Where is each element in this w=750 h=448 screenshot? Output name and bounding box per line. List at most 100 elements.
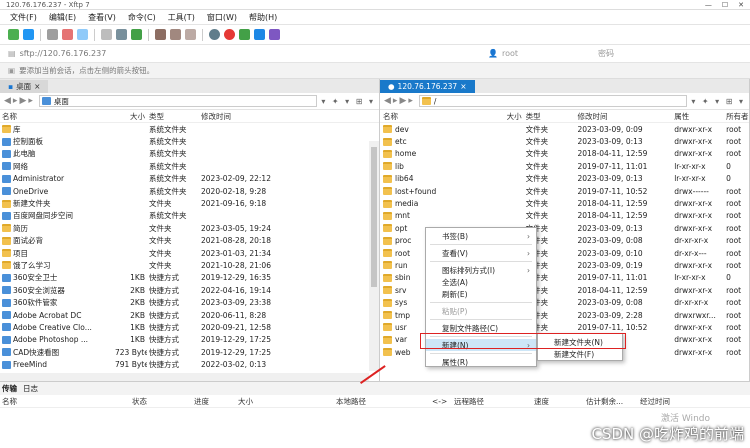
context-menu-item[interactable]: 新建(N) ›	[426, 339, 536, 351]
transfer-col[interactable]: 状态	[130, 396, 192, 407]
xshell-icon[interactable]	[224, 29, 235, 40]
transfer-col[interactable]: 估计剩余...	[584, 396, 638, 407]
back-forward-icon[interactable]: ◀▸▶▸	[384, 96, 415, 106]
paste-icon[interactable]	[170, 29, 181, 40]
table-row[interactable]: Adobe Creative Clo... 1KB 快捷方式 2020-09-21, …	[0, 321, 379, 333]
table-row[interactable]: Adobe Acrobat DC 2KB 快捷方式 2020-06-11, 8:28	[0, 309, 379, 321]
menu-item[interactable]: 工具(T)	[166, 11, 197, 24]
table-row[interactable]: 新建文件夹 文件夹 2021-09-16, 9:18	[0, 197, 379, 209]
transfer-col[interactable]: 本地路径	[334, 396, 430, 407]
menu-item[interactable]: 查看(V)	[86, 11, 118, 24]
table-row[interactable]: Adobe Photoshop ... 1KB 快捷方式 2019-12-29, 17…	[0, 334, 379, 346]
delete-icon[interactable]	[185, 29, 196, 40]
col-type[interactable]: 类型	[147, 111, 199, 122]
table-row[interactable]: etc 文件夹 2023-03-09, 0:13 drwxr-xr-x root	[380, 135, 749, 147]
table-row[interactable]: media 文件夹 2018-04-11, 12:59 drwxr-xr-x root	[380, 197, 749, 209]
address-field[interactable]: ▤ sftp://120.76.176.237	[8, 49, 488, 58]
table-row[interactable]: Administrator 系统文件夹 2023-02-09, 22:12	[0, 173, 379, 185]
table-row[interactable]: CAD快速看图 723 Bytes快捷方式 2019-12-29, 17:25	[0, 346, 379, 358]
remote-path-input[interactable]: /	[418, 95, 688, 107]
table-row[interactable]: 网络 系统文件夹	[0, 160, 379, 172]
context-menu-item[interactable]: 书签(B) ›	[426, 230, 536, 242]
settings-icon[interactable]	[269, 29, 280, 40]
connect-icon[interactable]	[47, 29, 58, 40]
copy-icon[interactable]	[155, 29, 166, 40]
col-attr[interactable]: 属性	[672, 111, 724, 122]
table-row[interactable]: lost+found 文件夹 2019-07-11, 10:52 drwx------…	[380, 185, 749, 197]
new-file-item[interactable]: 新建文件(F)	[538, 348, 622, 360]
table-row[interactable]: 控制面板 系统文件夹	[0, 135, 379, 147]
disconnect-icon[interactable]	[62, 29, 73, 40]
table-row[interactable]: OneDrive 系统文件夹 2020-02-18, 9:28	[0, 185, 379, 197]
table-row[interactable]: 面试必背 文件夹 2021-08-28, 20:18	[0, 235, 379, 247]
table-row[interactable]: 360安全卫士 1KB 快捷方式 2019-12-29, 16:35	[0, 272, 379, 284]
menu-item[interactable]: 帮助(H)	[247, 11, 279, 24]
menu-item[interactable]: 窗口(W)	[205, 11, 239, 24]
table-row[interactable]: FreeMind 791 Bytes快捷方式 2022-03-02, 0:13	[0, 358, 379, 370]
local-path-input[interactable]: 桌面	[38, 95, 318, 107]
help-icon[interactable]	[254, 29, 265, 40]
table-row[interactable]: lib 文件夹 2019-07-11, 11:01 lr-xr-xr-x 0	[380, 160, 749, 172]
user-field[interactable]: 👤 root	[488, 49, 598, 58]
transfer-col[interactable]: 速度	[532, 396, 584, 407]
properties-icon[interactable]	[101, 29, 112, 40]
tab-log[interactable]: 日志	[23, 383, 38, 394]
back-forward-icon[interactable]: ◀▸▶▸	[4, 96, 35, 106]
table-row[interactable]: dev 文件夹 2023-03-09, 0:09 drwxr-xr-x root	[380, 123, 749, 135]
refresh-icon[interactable]	[131, 29, 142, 40]
context-menu-item[interactable]: 复制文件路径(C)	[426, 322, 536, 334]
password-field[interactable]: 密码	[598, 48, 614, 59]
scroll-thumb[interactable]	[371, 147, 377, 287]
xftp-icon[interactable]	[239, 29, 250, 40]
menu-item[interactable]: 编辑(E)	[47, 11, 78, 24]
table-row[interactable]: lib64 文件夹 2023-03-09, 0:13 lr-xr-xr-x 0	[380, 173, 749, 185]
col-size[interactable]: 大小	[502, 111, 524, 122]
col-type[interactable]: 类型	[524, 111, 576, 122]
pane-tools-icon[interactable]: ▾ ✦ ▾ ⊞ ▾	[321, 97, 375, 106]
transfer-col[interactable]: 大小	[236, 396, 334, 407]
context-menu-item[interactable]: 查看(V) ›	[426, 247, 536, 259]
col-modified[interactable]: 修改时间	[199, 111, 279, 122]
table-row[interactable]: 360软件管家 2KB 快捷方式 2023-03-09, 23:38	[0, 296, 379, 308]
table-row[interactable]: home 文件夹 2018-04-11, 12:59 drwxr-xr-x root	[380, 148, 749, 160]
local-h-scrollbar[interactable]	[0, 373, 369, 381]
close-icon[interactable]: ✕	[738, 1, 744, 9]
tab-remote-session[interactable]: ● 120.76.176.237 ×	[380, 80, 475, 93]
table-row[interactable]: 库 系统文件夹	[0, 123, 379, 135]
col-owner[interactable]: 所有者	[724, 111, 749, 122]
tab-transfer[interactable]: 传输	[2, 383, 17, 394]
minimize-icon[interactable]: —	[705, 1, 712, 9]
menu-item[interactable]: 命令(C)	[126, 11, 158, 24]
local-scrollbar[interactable]	[369, 141, 379, 371]
col-name[interactable]: 名称	[0, 111, 115, 122]
transfer-col[interactable]: <->	[430, 397, 452, 406]
table-row[interactable]: 饿了么学习 文件夹 2021-10-28, 21:06	[0, 259, 379, 271]
new-session-icon[interactable]	[8, 29, 19, 40]
table-row[interactable]: 360安全浏览器 2KB 快捷方式 2022-04-16, 19:14	[0, 284, 379, 296]
table-row[interactable]: mnt 文件夹 2018-04-11, 12:59 drwxr-xr-x root	[380, 210, 749, 222]
context-menu-item[interactable]: 图标排列方式(I) ›	[426, 264, 536, 276]
col-modified[interactable]: 修改时间	[575, 111, 672, 122]
maximize-icon[interactable]: ☐	[722, 1, 728, 9]
sync-icon[interactable]	[116, 29, 127, 40]
context-menu-item[interactable]: 全选(A)	[426, 276, 536, 288]
transfer-col[interactable]: 远程路径	[452, 396, 532, 407]
context-menu-item[interactable]: 刷新(E)	[426, 288, 536, 300]
transfer-icon[interactable]	[77, 29, 88, 40]
col-size[interactable]: 大小	[115, 111, 147, 122]
table-row[interactable]: 简历 文件夹 2023-03-05, 19:24	[0, 222, 379, 234]
close-icon[interactable]: ×	[34, 82, 40, 91]
globe-icon[interactable]	[209, 29, 220, 40]
open-icon[interactable]	[23, 29, 34, 40]
table-row[interactable]: 百度网盘同步空间 系统文件夹	[0, 210, 379, 222]
context-menu-item[interactable]: 属性(R)	[426, 356, 536, 368]
transfer-col[interactable]: 名称	[0, 396, 130, 407]
transfer-col[interactable]: 进度	[192, 396, 236, 407]
transfer-col[interactable]: 经过时间	[638, 396, 698, 407]
table-row[interactable]: 项目 文件夹 2023-01-03, 21:34	[0, 247, 379, 259]
menu-item[interactable]: 文件(F)	[8, 11, 39, 24]
col-name[interactable]: 名称	[380, 111, 502, 122]
close-icon[interactable]: ×	[460, 82, 466, 91]
table-row[interactable]: 此电脑 系统文件夹	[0, 148, 379, 160]
pane-tools-icon[interactable]: ▾ ✦ ▾ ⊞ ▾	[691, 97, 745, 106]
